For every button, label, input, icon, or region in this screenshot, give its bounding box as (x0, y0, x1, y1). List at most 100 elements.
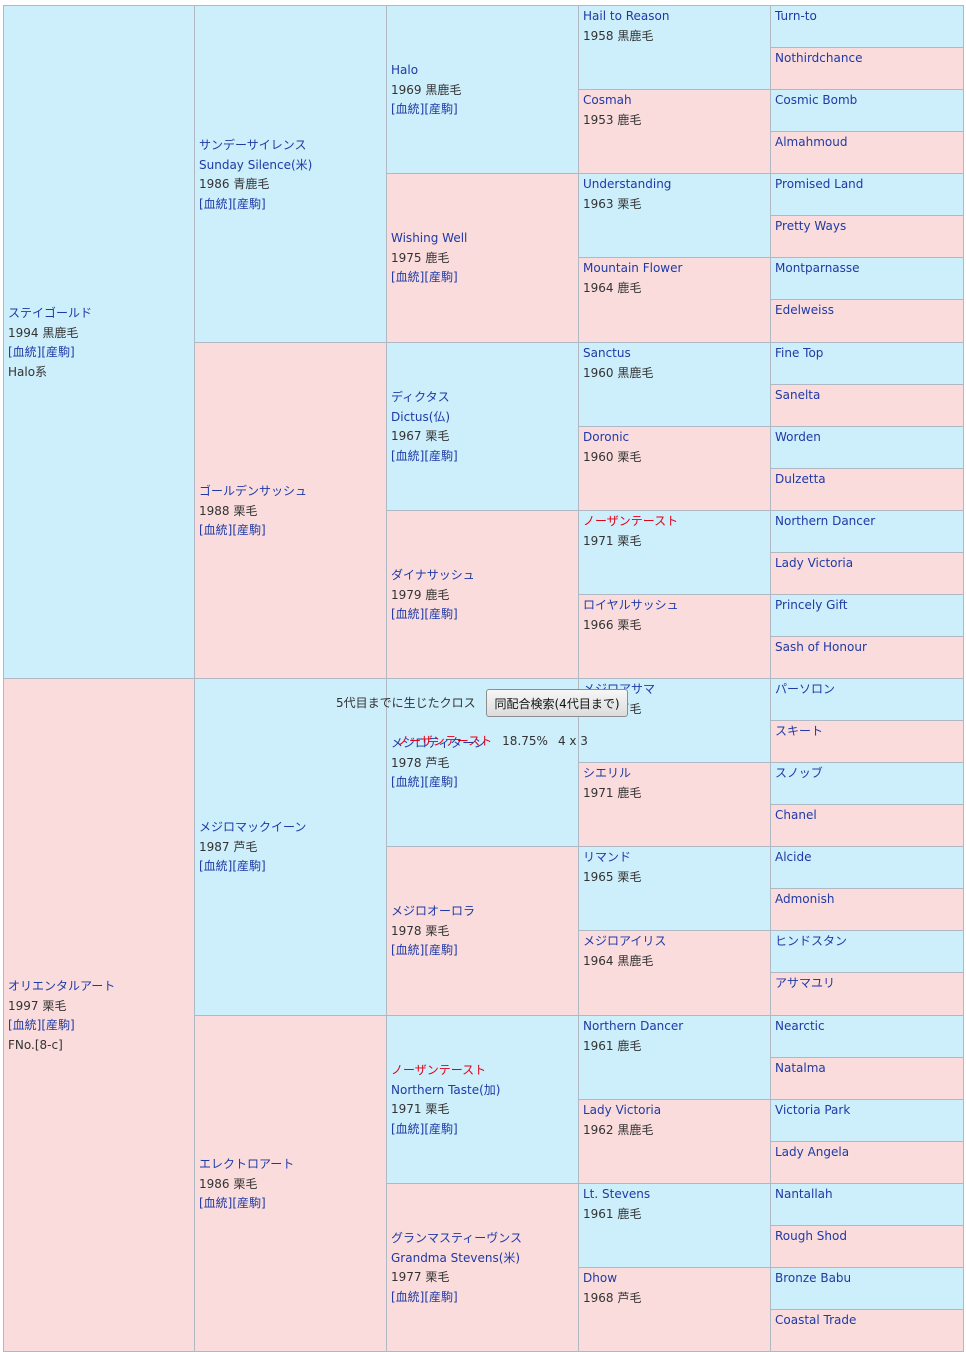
bloodline-link[interactable]: [血統] (391, 449, 424, 463)
horse-name-link[interactable]: Edelweiss (775, 300, 961, 320)
birth-year: 1963 (583, 196, 614, 211)
horse-name-link[interactable]: Turn-to (775, 6, 961, 26)
horse-name-link[interactable]: Doronic (583, 428, 768, 448)
horse-name-link[interactable]: Sash of Honour (775, 637, 961, 657)
produce-link[interactable]: [産駒] (424, 270, 457, 284)
horse-name-link[interactable]: Northern Dancer (775, 511, 961, 531)
bloodline-link[interactable]: [血統] (391, 607, 424, 621)
horse-name-link[interactable]: パーソロン (775, 679, 961, 699)
horse-alt-name-link[interactable]: Northern Taste(加) (391, 1081, 576, 1101)
produce-link[interactable]: [産駒] (232, 523, 265, 537)
horse-alt-name-link[interactable]: Dictus(仏) (391, 408, 576, 428)
horse-name-link[interactable]: Cosmah (583, 91, 768, 111)
horse-name-link[interactable]: メジロオーロラ (391, 902, 576, 922)
horse-name-link[interactable]: ロイヤルサッシュ (583, 596, 768, 616)
horse-name-link[interactable]: ディクタス (391, 388, 576, 408)
horse-name-link[interactable]: シエリル (583, 764, 768, 784)
horse-name-link[interactable]: Worden (775, 427, 961, 447)
pedigree-cell-gen4: Lt. Stevens 1961 鹿毛 (578, 1183, 771, 1268)
produce-link[interactable]: [産駒] (424, 1122, 457, 1136)
produce-link[interactable]: [産駒] (41, 345, 74, 359)
bloodline-link[interactable]: [血統] (8, 345, 41, 359)
produce-link[interactable]: [産駒] (424, 607, 457, 621)
cross-horse-link[interactable]: ノーザンテースト (397, 734, 492, 748)
horse-name-link[interactable]: エレクトロアート (199, 1155, 384, 1175)
horse-name-link[interactable]: ステイゴールド (8, 304, 192, 324)
horse-name-link[interactable]: Montparnasse (775, 258, 961, 278)
horse-name-link[interactable]: Fine Top (775, 343, 961, 363)
horse-name-link[interactable]: Sanctus (583, 344, 768, 364)
bloodline-link[interactable]: [血統] (199, 523, 232, 537)
horse-name-link[interactable]: ダイナサッシュ (391, 566, 576, 586)
produce-link[interactable]: [産駒] (41, 1018, 74, 1032)
cell-content: Cosmah 1953 鹿毛 (583, 91, 768, 130)
horse-name-link[interactable]: Lt. Stevens (583, 1185, 768, 1205)
produce-link[interactable]: [産駒] (424, 102, 457, 116)
horse-name-link[interactable]: メジロアイリス (583, 932, 768, 952)
horse-name-link[interactable]: Nantallah (775, 1184, 961, 1204)
horse-name-link[interactable]: スノッブ (775, 763, 961, 783)
horse-name-link[interactable]: Promised Land (775, 174, 961, 194)
horse-name-link[interactable]: Bronze Babu (775, 1268, 961, 1288)
produce-link[interactable]: [産駒] (232, 859, 265, 873)
horse-name-link[interactable]: Hail to Reason (583, 7, 768, 27)
horse-name-link[interactable]: Lady Victoria (583, 1101, 768, 1121)
same-cross-search-button[interactable]: 同配合検索(4代目まで) (486, 689, 628, 717)
horse-name-link[interactable]: Natalma (775, 1058, 961, 1078)
horse-name-link[interactable]: Sanelta (775, 385, 961, 405)
horse-name-link[interactable]: ゴールデンサッシュ (199, 482, 384, 502)
horse-name-link[interactable]: Nearctic (775, 1016, 961, 1036)
horse-name-link[interactable]: グランマスティーヴンス (391, 1229, 576, 1249)
horse-alt-name-link[interactable]: Sunday Silence(米) (199, 156, 384, 176)
bloodline-link[interactable]: [血統] (391, 775, 424, 789)
horse-name-link[interactable]: Nothirdchance (775, 48, 961, 68)
horse-name-link[interactable]: Mountain Flower (583, 259, 768, 279)
horse-name-link[interactable]: サンデーサイレンス (199, 136, 384, 156)
horse-name-link[interactable]: Lady Victoria (775, 553, 961, 573)
bloodline-link[interactable]: [血統] (199, 1196, 232, 1210)
horse-name-link[interactable]: Alcide (775, 847, 961, 867)
bloodline-link[interactable]: [血統] (199, 197, 232, 211)
horse-name-link[interactable]: メジロマックイーン (199, 818, 384, 838)
horse-links: [血統][産駒] (199, 857, 384, 877)
produce-link[interactable]: [産駒] (424, 775, 457, 789)
horse-name-link[interactable]: Halo (391, 61, 576, 81)
bloodline-link[interactable]: [血統] (391, 943, 424, 957)
horse-name-link[interactable]: Understanding (583, 175, 768, 195)
bloodline-link[interactable]: [血統] (391, 102, 424, 116)
bloodline-link[interactable]: [血統] (391, 1122, 424, 1136)
horse-name-link[interactable]: Admonish (775, 889, 961, 909)
bloodline-link[interactable]: [血統] (391, 270, 424, 284)
horse-name-link[interactable]: ヒンドスタン (775, 931, 961, 951)
horse-name-link[interactable]: ノーザンテースト (583, 512, 768, 532)
horse-name-link[interactable]: アサマユリ (775, 973, 961, 993)
horse-name-link[interactable]: Pretty Ways (775, 216, 961, 236)
produce-link[interactable]: [産駒] (424, 1290, 457, 1304)
horse-name-link[interactable]: Dulzetta (775, 469, 961, 489)
produce-link[interactable]: [産駒] (232, 197, 265, 211)
horse-name-link[interactable]: Cosmic Bomb (775, 90, 961, 110)
horse-links: [血統][産駒] (391, 1120, 576, 1140)
horse-name-link[interactable]: Dhow (583, 1269, 768, 1289)
horse-name-link[interactable]: Northern Dancer (583, 1017, 768, 1037)
horse-name-link[interactable]: Wishing Well (391, 229, 576, 249)
horse-name-link[interactable]: オリエンタルアート (8, 977, 192, 997)
horse-name-link[interactable]: Princely Gift (775, 595, 961, 615)
bloodline-link[interactable]: [血統] (8, 1018, 41, 1032)
produce-link[interactable]: [産駒] (232, 1196, 265, 1210)
horse-name-link[interactable]: Coastal Trade (775, 1310, 961, 1330)
horse-name-link[interactable]: Lady Angela (775, 1142, 961, 1162)
horse-name-link[interactable]: Chanel (775, 805, 961, 825)
produce-link[interactable]: [産駒] (424, 449, 457, 463)
horse-name-link[interactable]: スキート (775, 721, 961, 741)
horse-name-link[interactable]: Rough Shod (775, 1226, 961, 1246)
horse-name-link[interactable]: ノーザンテースト (391, 1061, 576, 1081)
bloodline-link[interactable]: [血統] (199, 859, 232, 873)
cell-content: Nearctic (775, 1016, 961, 1036)
horse-name-link[interactable]: Almahmoud (775, 132, 961, 152)
horse-alt-name-link[interactable]: Grandma Stevens(米) (391, 1249, 576, 1269)
horse-name-link[interactable]: リマンド (583, 848, 768, 868)
produce-link[interactable]: [産駒] (424, 943, 457, 957)
horse-name-link[interactable]: Victoria Park (775, 1100, 961, 1120)
bloodline-link[interactable]: [血統] (391, 1290, 424, 1304)
